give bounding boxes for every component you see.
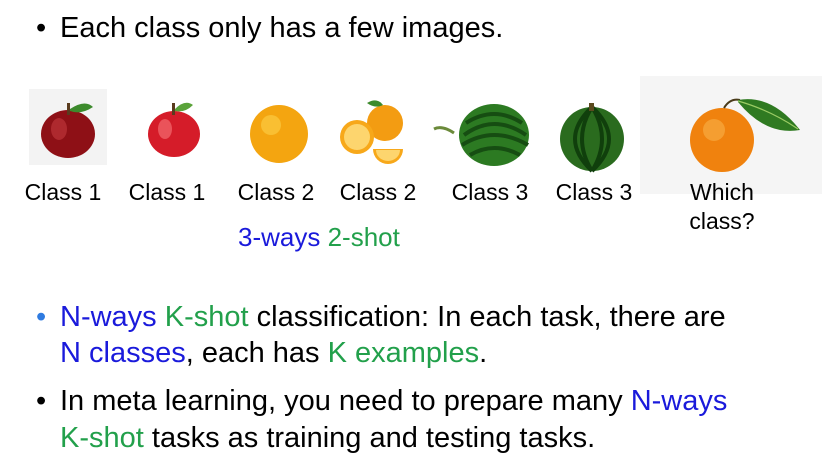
class-label: Class 3 [555,179,633,205]
class-label: Class 1 [24,179,102,205]
orange-query-image [690,98,800,172]
watermelon-image-2 [560,103,624,173]
class-label: Class 2 [339,179,417,205]
bullet-3-continuation: K-shot tasks as training and testing tas… [60,420,595,456]
bullet-3-text-1: In meta learning, you need to prepare ma… [60,385,631,417]
class-label: Class 1 [128,179,206,205]
watermelon-image-1 [433,104,530,166]
n-ways-term: N-ways [630,385,728,417]
k-shot-term: K-shot [164,301,249,333]
task-setting: 3-ways 2-shot [238,220,400,254]
bullet-2-text-3: . [479,337,488,369]
query-label: Which class? [662,178,782,236]
apple-image-1 [29,89,107,165]
bullet-2-text-2: , each has [185,337,328,369]
n-classes-term: N classes [60,337,186,369]
shot-label: 2-shot [327,222,400,252]
k-shot-term: K-shot [60,422,144,454]
class-label: Class 2 [237,179,315,205]
orange-image-2 [340,100,403,164]
orange-image-1 [250,105,308,163]
class-label: Class 3 [451,179,529,205]
bullet-dot: • [36,385,47,417]
bullet-2-continuation: N classes, each has K examples. [60,335,487,371]
bullet-2-text-1: classification: In each task, there are [248,301,726,333]
query-label-line-1: Which [690,179,754,205]
apple-image-2 [148,102,200,157]
ways-label: 3-ways [238,222,321,252]
n-ways-term: N-ways [60,301,157,333]
bullet-3-text-2: tasks as training and testing tasks. [143,422,596,454]
bullet-3: • In meta learning, you need to prepare m… [36,383,727,419]
bullet-2: • N-ways K-shot classification: In each t… [36,299,726,335]
query-label-line-2: class? [689,208,755,234]
bullet-dot: • [36,301,47,333]
bullet-dot: • [36,12,47,44]
bullet-1: • Each class only has a few images. [36,10,503,46]
k-examples-term: K examples [327,337,480,369]
bullet-1-text: Each class only has a few images. [60,12,504,44]
